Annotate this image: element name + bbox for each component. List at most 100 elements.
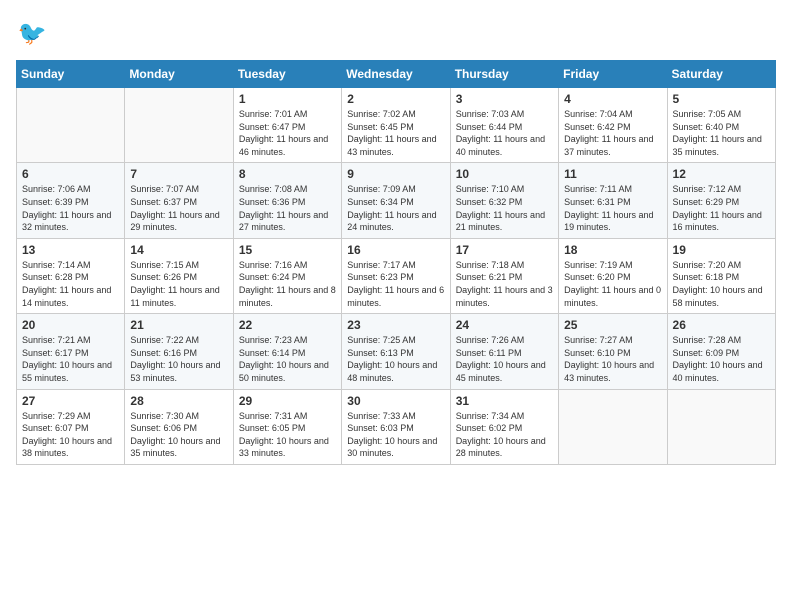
day-info: Sunrise: 7:10 AM Sunset: 6:32 PM Dayligh… — [456, 183, 553, 233]
svg-text:🐦: 🐦 — [18, 20, 47, 46]
calendar-cell: 27 Sunrise: 7:29 AM Sunset: 6:07 PM Dayli… — [17, 389, 125, 464]
calendar-cell: 7 Sunrise: 7:07 AM Sunset: 6:37 PM Daylig… — [125, 163, 233, 238]
calendar-cell: 8 Sunrise: 7:08 AM Sunset: 6:36 PM Daylig… — [233, 163, 341, 238]
day-info: Sunrise: 7:05 AM Sunset: 6:40 PM Dayligh… — [673, 108, 770, 158]
day-number: 23 — [347, 318, 444, 332]
day-info: Sunrise: 7:25 AM Sunset: 6:13 PM Dayligh… — [347, 334, 444, 384]
calendar-cell — [17, 88, 125, 163]
day-number: 25 — [564, 318, 661, 332]
day-number: 22 — [239, 318, 336, 332]
day-number: 17 — [456, 243, 553, 257]
calendar-cell: 16Sunrise: 7:17 AM Sunset: 6:23 PM Dayli… — [342, 238, 450, 313]
day-number: 28 — [130, 394, 227, 408]
calendar-cell: 6 Sunrise: 7:06 AM Sunset: 6:39 PM Daylig… — [17, 163, 125, 238]
calendar-cell — [125, 88, 233, 163]
day-info: Sunrise: 7:34 AM Sunset: 6:02 PM Dayligh… — [456, 410, 553, 460]
calendar-cell: 2 Sunrise: 7:02 AM Sunset: 6:45 PM Daylig… — [342, 88, 450, 163]
calendar-week-row: 27 Sunrise: 7:29 AM Sunset: 6:07 PM Dayli… — [17, 389, 776, 464]
day-info: Sunrise: 7:15 AM Sunset: 6:26 PM Dayligh… — [130, 259, 227, 309]
day-number: 19 — [673, 243, 770, 257]
day-number: 10 — [456, 167, 553, 181]
day-number: 29 — [239, 394, 336, 408]
calendar-cell: 19 Sunrise: 7:20 AM Sunset: 6:18 PM Dayli… — [667, 238, 775, 313]
day-number: 2 — [347, 92, 444, 106]
day-info: Sunrise: 7:23 AM Sunset: 6:14 PM Dayligh… — [239, 334, 336, 384]
calendar-cell: 15Sunrise: 7:16 AM Sunset: 6:24 PM Dayli… — [233, 238, 341, 313]
day-number: 27 — [22, 394, 119, 408]
calendar-cell — [667, 389, 775, 464]
day-info: Sunrise: 7:09 AM Sunset: 6:34 PM Dayligh… — [347, 183, 444, 233]
day-number: 13 — [22, 243, 119, 257]
calendar-cell: 31 Sunrise: 7:34 AM Sunset: 6:02 PM Dayli… — [450, 389, 558, 464]
day-info: Sunrise: 7:20 AM Sunset: 6:18 PM Dayligh… — [673, 259, 770, 309]
day-info: Sunrise: 7:08 AM Sunset: 6:36 PM Dayligh… — [239, 183, 336, 233]
calendar-cell: 13 Sunrise: 7:14 AM Sunset: 6:28 PM Dayli… — [17, 238, 125, 313]
calendar-cell: 21 Sunrise: 7:22 AM Sunset: 6:16 PM Dayli… — [125, 314, 233, 389]
calendar-cell: 23 Sunrise: 7:25 AM Sunset: 6:13 PM Dayli… — [342, 314, 450, 389]
day-info: Sunrise: 7:07 AM Sunset: 6:37 PM Dayligh… — [130, 183, 227, 233]
calendar-cell: 25 Sunrise: 7:27 AM Sunset: 6:10 PM Dayli… — [559, 314, 667, 389]
calendar-cell: 24Sunrise: 7:26 AM Sunset: 6:11 PM Dayli… — [450, 314, 558, 389]
day-info: Sunrise: 7:19 AM Sunset: 6:20 PM Dayligh… — [564, 259, 661, 309]
calendar-cell: 29Sunrise: 7:31 AM Sunset: 6:05 PM Dayli… — [233, 389, 341, 464]
calendar-cell: 4 Sunrise: 7:04 AM Sunset: 6:42 PM Daylig… — [559, 88, 667, 163]
calendar-cell: 10 Sunrise: 7:10 AM Sunset: 6:32 PM Dayli… — [450, 163, 558, 238]
day-number: 16 — [347, 243, 444, 257]
day-number: 11 — [564, 167, 661, 181]
calendar-table: SundayMondayTuesdayWednesdayThursdayFrid… — [16, 60, 776, 465]
calendar-cell: 26Sunrise: 7:28 AM Sunset: 6:09 PM Dayli… — [667, 314, 775, 389]
day-info: Sunrise: 7:22 AM Sunset: 6:16 PM Dayligh… — [130, 334, 227, 384]
day-info: Sunrise: 7:14 AM Sunset: 6:28 PM Dayligh… — [22, 259, 119, 309]
day-number: 31 — [456, 394, 553, 408]
day-info: Sunrise: 7:26 AM Sunset: 6:11 PM Dayligh… — [456, 334, 553, 384]
day-info: Sunrise: 7:30 AM Sunset: 6:06 PM Dayligh… — [130, 410, 227, 460]
day-info: Sunrise: 7:02 AM Sunset: 6:45 PM Dayligh… — [347, 108, 444, 158]
calendar-cell: 14 Sunrise: 7:15 AM Sunset: 6:26 PM Dayli… — [125, 238, 233, 313]
calendar-cell: 22 Sunrise: 7:23 AM Sunset: 6:14 PM Dayli… — [233, 314, 341, 389]
calendar-cell: 30 Sunrise: 7:33 AM Sunset: 6:03 PM Dayli… — [342, 389, 450, 464]
day-number: 6 — [22, 167, 119, 181]
calendar-cell: 11 Sunrise: 7:11 AM Sunset: 6:31 PM Dayli… — [559, 163, 667, 238]
day-number: 7 — [130, 167, 227, 181]
day-number: 5 — [673, 92, 770, 106]
day-number: 15 — [239, 243, 336, 257]
calendar-cell: 20Sunrise: 7:21 AM Sunset: 6:17 PM Dayli… — [17, 314, 125, 389]
calendar-week-row: 20Sunrise: 7:21 AM Sunset: 6:17 PM Dayli… — [17, 314, 776, 389]
calendar-week-row: 6 Sunrise: 7:06 AM Sunset: 6:39 PM Daylig… — [17, 163, 776, 238]
page-header: 🐦 — [16, 16, 776, 52]
weekday-header-row: SundayMondayTuesdayWednesdayThursdayFrid… — [17, 61, 776, 88]
calendar-cell: 17 Sunrise: 7:18 AM Sunset: 6:21 PM Dayli… — [450, 238, 558, 313]
day-number: 4 — [564, 92, 661, 106]
day-number: 21 — [130, 318, 227, 332]
day-info: Sunrise: 7:27 AM Sunset: 6:10 PM Dayligh… — [564, 334, 661, 384]
day-number: 12 — [673, 167, 770, 181]
day-info: Sunrise: 7:06 AM Sunset: 6:39 PM Dayligh… — [22, 183, 119, 233]
weekday-header-tuesday: Tuesday — [233, 61, 341, 88]
day-number: 18 — [564, 243, 661, 257]
day-info: Sunrise: 7:21 AM Sunset: 6:17 PM Dayligh… — [22, 334, 119, 384]
weekday-header-monday: Monday — [125, 61, 233, 88]
calendar-cell: 18 Sunrise: 7:19 AM Sunset: 6:20 PM Dayli… — [559, 238, 667, 313]
day-number: 30 — [347, 394, 444, 408]
day-number: 8 — [239, 167, 336, 181]
day-info: Sunrise: 7:03 AM Sunset: 6:44 PM Dayligh… — [456, 108, 553, 158]
weekday-header-saturday: Saturday — [667, 61, 775, 88]
calendar-cell: 28 Sunrise: 7:30 AM Sunset: 6:06 PM Dayli… — [125, 389, 233, 464]
day-info: Sunrise: 7:18 AM Sunset: 6:21 PM Dayligh… — [456, 259, 553, 309]
day-info: Sunrise: 7:12 AM Sunset: 6:29 PM Dayligh… — [673, 183, 770, 233]
day-info: Sunrise: 7:11 AM Sunset: 6:31 PM Dayligh… — [564, 183, 661, 233]
day-info: Sunrise: 7:29 AM Sunset: 6:07 PM Dayligh… — [22, 410, 119, 460]
day-info: Sunrise: 7:04 AM Sunset: 6:42 PM Dayligh… — [564, 108, 661, 158]
calendar-cell: 9 Sunrise: 7:09 AM Sunset: 6:34 PM Daylig… — [342, 163, 450, 238]
calendar-week-row: 1Sunrise: 7:01 AM Sunset: 6:47 PM Daylig… — [17, 88, 776, 163]
weekday-header-wednesday: Wednesday — [342, 61, 450, 88]
day-number: 14 — [130, 243, 227, 257]
day-info: Sunrise: 7:33 AM Sunset: 6:03 PM Dayligh… — [347, 410, 444, 460]
day-number: 9 — [347, 167, 444, 181]
logo-bird-icon: 🐦 — [16, 16, 52, 52]
day-info: Sunrise: 7:28 AM Sunset: 6:09 PM Dayligh… — [673, 334, 770, 384]
weekday-header-thursday: Thursday — [450, 61, 558, 88]
day-number: 3 — [456, 92, 553, 106]
day-info: Sunrise: 7:01 AM Sunset: 6:47 PM Dayligh… — [239, 108, 336, 158]
calendar-cell: 1Sunrise: 7:01 AM Sunset: 6:47 PM Daylig… — [233, 88, 341, 163]
